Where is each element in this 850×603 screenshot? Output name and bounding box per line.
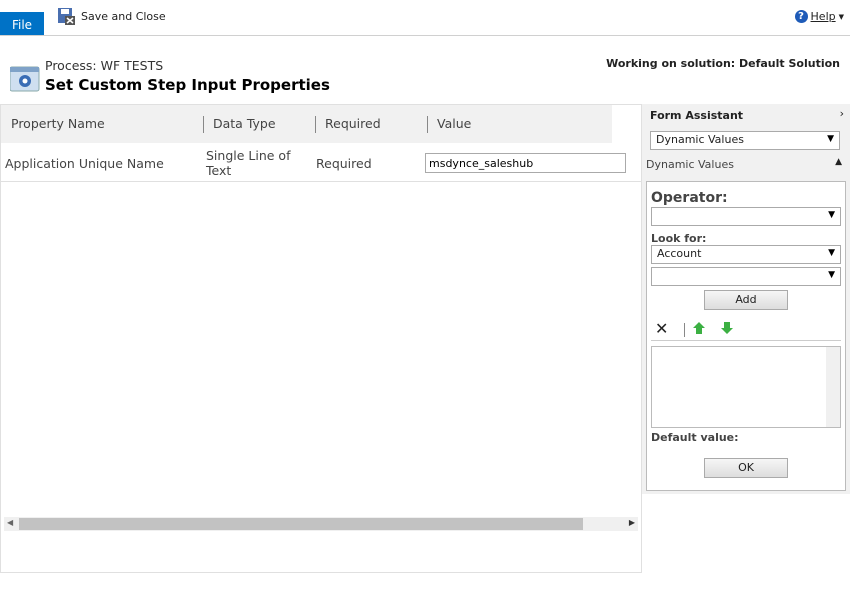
divider — [651, 340, 841, 341]
vertical-scrollbar[interactable] — [826, 347, 840, 427]
solution-label: Working on solution: Default Solution — [606, 57, 840, 70]
default-value-label: Default value: — [651, 431, 739, 444]
add-button[interactable]: Add — [704, 290, 788, 310]
look-for-entity-select[interactable]: Account — [651, 245, 841, 264]
properties-grid: Property Name Data Type Required Value A… — [0, 104, 642, 573]
move-down-icon[interactable] — [721, 322, 733, 334]
data-type-cell: Single Line of Text — [206, 148, 291, 178]
section-title: Dynamic Values — [646, 158, 734, 171]
help-menu[interactable]: ? Help ▼ — [794, 10, 844, 23]
operator-label: Operator: — [651, 190, 728, 206]
scroll-right-icon[interactable]: ▶ — [629, 518, 635, 527]
scrollbar-thumb[interactable] — [19, 518, 583, 530]
form-assistant-panel: Form Assistant › Dynamic Values Dynamic … — [642, 104, 850, 494]
column-value[interactable]: Value — [427, 105, 612, 143]
assistant-type-select[interactable]: Dynamic Values — [650, 131, 840, 150]
column-required[interactable]: Required — [315, 105, 427, 143]
value-input[interactable] — [425, 153, 626, 173]
column-data-type[interactable]: Data Type — [203, 105, 315, 143]
delete-icon[interactable]: ✕ — [655, 319, 668, 338]
chevron-down-icon: ▼ — [838, 12, 844, 21]
scroll-left-icon[interactable]: ◀ — [7, 518, 13, 527]
grid-header: Property Name Data Type Required Value — [1, 105, 612, 143]
collapse-icon[interactable]: ▲ — [835, 157, 842, 167]
chevron-right-icon[interactable]: › — [840, 107, 844, 120]
process-name: Process: WF TESTS — [45, 58, 164, 73]
file-tab[interactable]: File — [0, 12, 44, 36]
divider — [0, 35, 850, 36]
form-assistant-title: Form Assistant — [650, 109, 744, 122]
save-and-close-label: Save and Close — [81, 10, 166, 23]
save-close-icon — [58, 8, 75, 25]
required-cell: Required — [316, 155, 372, 171]
dynamic-values-box: Operator: Look for: Account Add ✕ Defaul… — [646, 181, 846, 491]
help-icon: ? — [794, 10, 808, 23]
operator-select[interactable] — [651, 207, 841, 226]
look-for-label: Look for: — [651, 232, 707, 245]
process-icon — [10, 66, 40, 92]
move-up-icon[interactable] — [693, 322, 705, 334]
ok-button[interactable]: OK — [704, 458, 788, 478]
property-name-cell: Application Unique Name — [5, 155, 164, 171]
look-for-field-select[interactable] — [651, 267, 841, 286]
horizontal-scrollbar[interactable]: ◀ ▶ — [4, 517, 638, 531]
help-label: Help — [810, 10, 836, 23]
divider — [684, 323, 685, 337]
save-and-close-button[interactable]: Save and Close — [58, 8, 166, 25]
column-property-name[interactable]: Property Name — [1, 105, 203, 143]
table-row[interactable]: Application Unique Name Single Line of T… — [1, 145, 641, 182]
selected-values-list[interactable] — [651, 346, 841, 428]
page-title: Set Custom Step Input Properties — [45, 76, 330, 94]
